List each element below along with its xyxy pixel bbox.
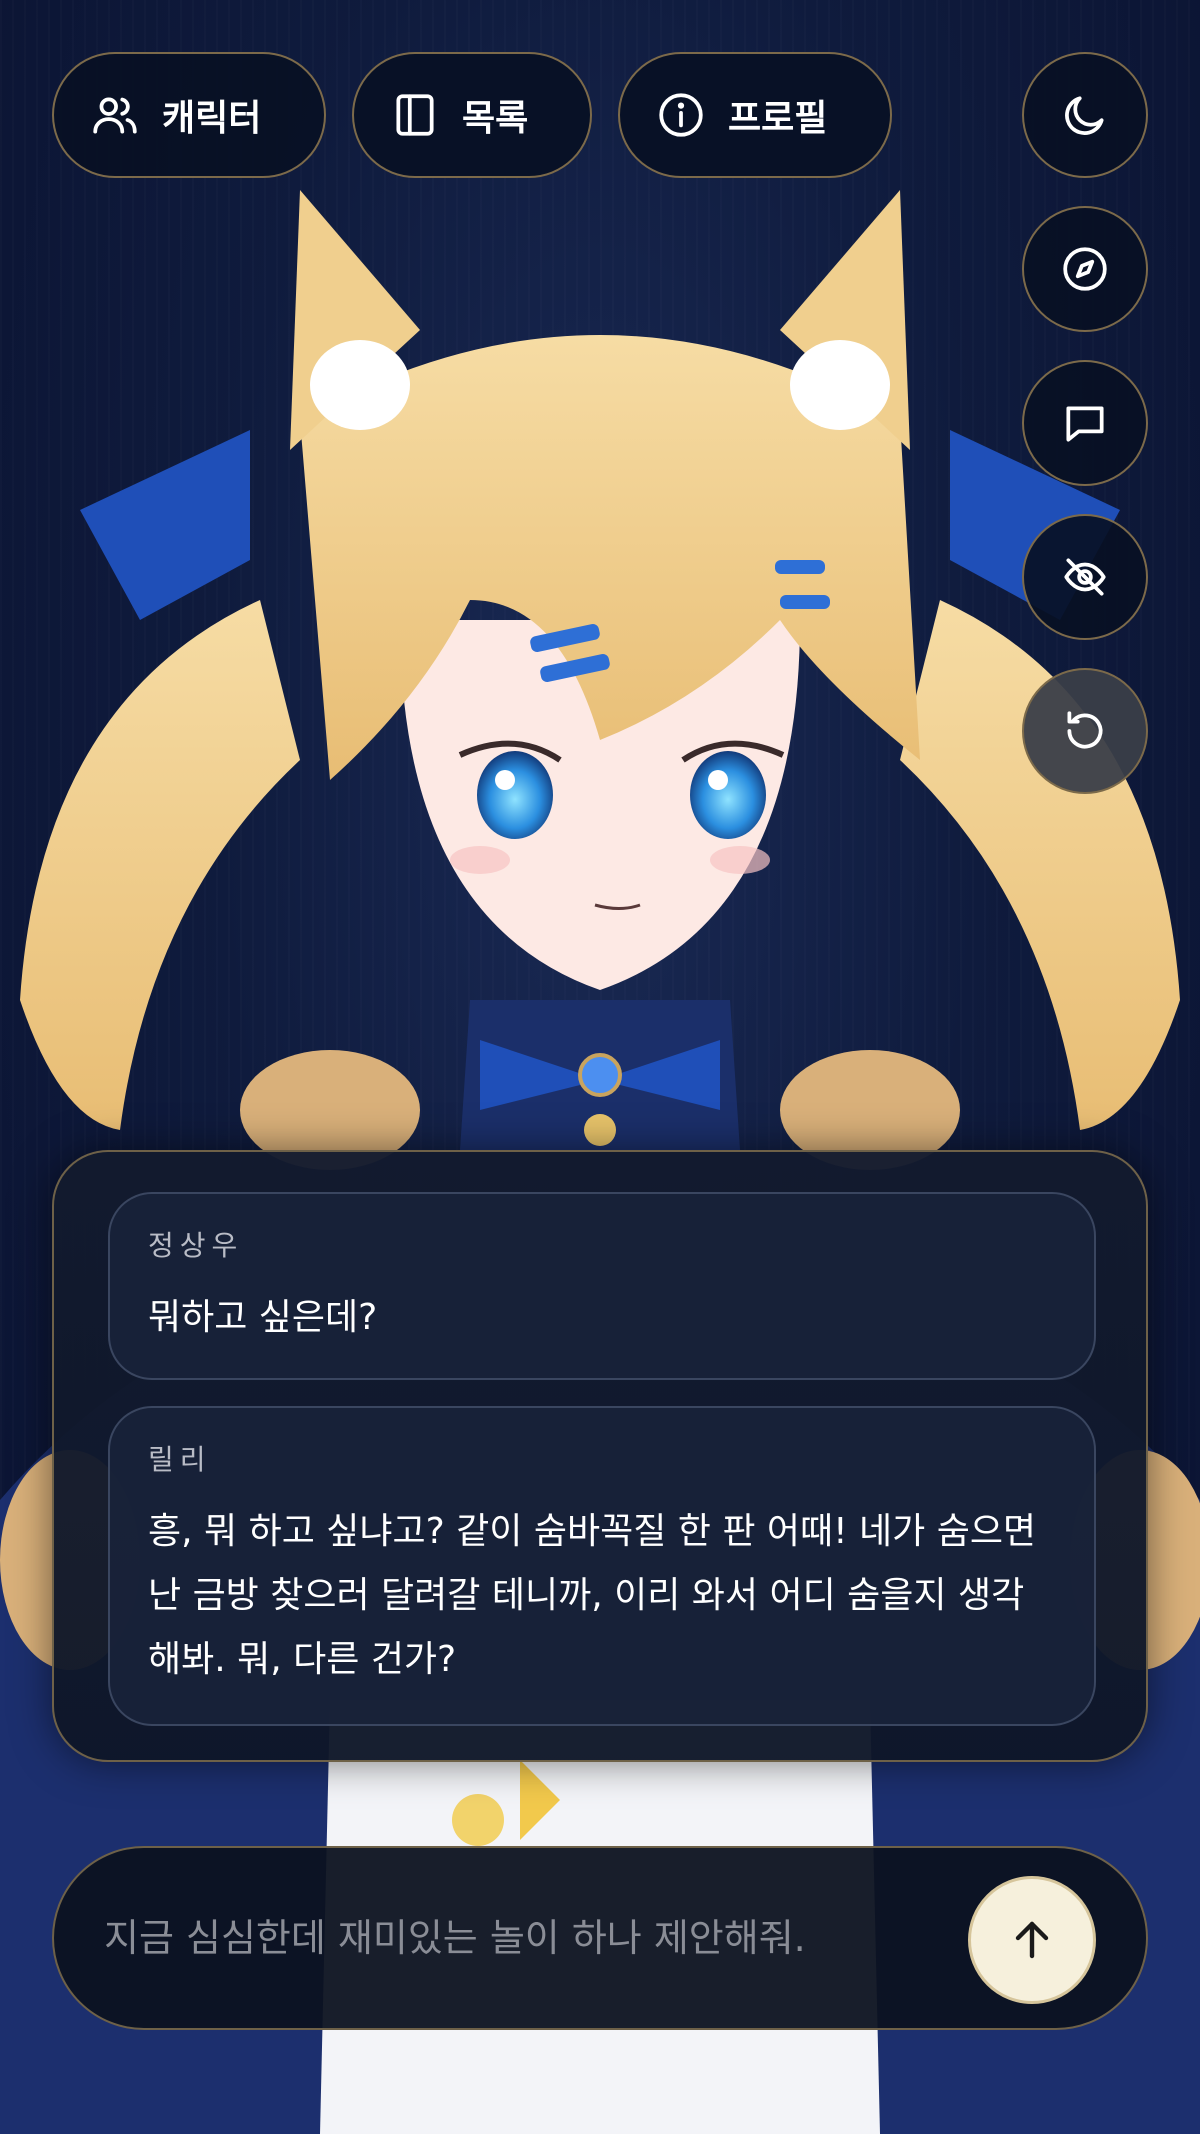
message-speaker: 정상우 — [148, 1229, 244, 1262]
compass-icon — [1063, 247, 1107, 291]
message-text: 뭐하고 싶은데? — [148, 1297, 378, 1338]
characters-label: 캐릭터 — [162, 98, 262, 139]
send-button[interactable] — [968, 1876, 1096, 2004]
eye-off-icon — [1064, 558, 1106, 596]
reset-button[interactable] — [1022, 668, 1148, 794]
refresh-icon — [1067, 711, 1103, 749]
dark-mode-button[interactable] — [1022, 52, 1148, 178]
list-label: 목록 — [462, 98, 529, 139]
sidebar-panel-icon — [390, 90, 440, 140]
profile-button[interactable]: 프로필 — [618, 52, 892, 178]
message-input[interactable] — [104, 1916, 1096, 1960]
profile-label: 프로필 — [728, 98, 828, 139]
character-background — [0, 0, 1200, 2134]
chat-message-character: 릴리 흥, 뭐 하고 싶냐고? 같이 숨바꼭질 한 판 어때! 네가 숨으면 난… — [108, 1406, 1096, 1726]
character-illustration — [0, 190, 1200, 2134]
chat-message-user: 정상우 뭐하고 싶은데? — [108, 1192, 1096, 1380]
message-speaker: 릴리 — [148, 1443, 212, 1476]
hide-ui-button[interactable] — [1022, 514, 1148, 640]
moon-icon — [1065, 96, 1104, 135]
info-icon — [656, 90, 706, 140]
arrow-up-icon — [1015, 1921, 1049, 1959]
chat-button[interactable] — [1022, 360, 1148, 486]
characters-button[interactable]: 캐릭터 — [52, 52, 326, 178]
message-text: 흥, 뭐 하고 싶냐고? 같이 숨바꼭질 한 판 어때! 네가 숨으면 난 금방… — [148, 1511, 1037, 1680]
users-icon — [90, 90, 140, 140]
explore-button[interactable] — [1022, 206, 1148, 332]
list-button[interactable]: 목록 — [352, 52, 592, 178]
message-composer — [52, 1846, 1148, 2030]
chat-panel[interactable]: 정상우 뭐하고 싶은데? 릴리 흥, 뭐 하고 싶냐고? 같이 숨바꼭질 한 판… — [52, 1150, 1148, 1762]
message-icon — [1066, 406, 1104, 442]
